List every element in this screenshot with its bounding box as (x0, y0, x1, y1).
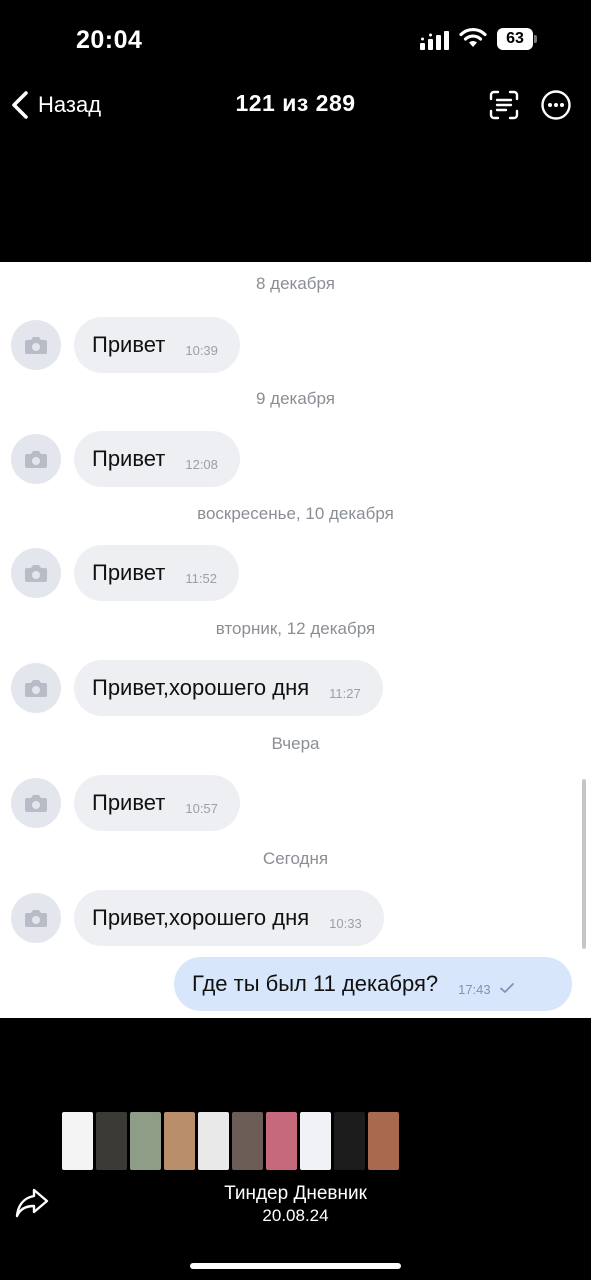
camera-icon (25, 680, 47, 697)
status-time: 20:04 (76, 26, 143, 54)
avatar (11, 320, 61, 370)
message-text: Привет,хорошего дня (92, 905, 310, 930)
message-time: 10:33 (329, 915, 362, 931)
scrollbar[interactable] (582, 779, 586, 949)
message-row: Привет 10:57 (0, 775, 591, 831)
date-separator: Вчера (271, 734, 320, 753)
message-row: Привет,хорошего дня 11:27 (0, 660, 591, 716)
message-time: 12:08 (185, 456, 218, 472)
thumbnail[interactable] (198, 1112, 229, 1170)
camera-icon (25, 565, 47, 582)
thumbnail[interactable] (164, 1112, 195, 1170)
message-text: Привет,хорошего дня (92, 675, 310, 700)
photo-date: 20.08.24 (262, 1206, 329, 1225)
avatar (11, 778, 61, 828)
share-icon[interactable] (14, 1186, 50, 1220)
battery-level: 63 (497, 28, 533, 50)
camera-icon (25, 451, 47, 468)
thumbnail[interactable] (266, 1112, 297, 1170)
date-separator: 9 декабря (255, 389, 336, 408)
incoming-message: Привет 10:39 (74, 317, 240, 373)
thumbnail[interactable] (130, 1112, 161, 1170)
message-row: Привет 11:52 (0, 545, 591, 601)
incoming-message: Привет 11:52 (74, 545, 239, 601)
camera-icon (25, 910, 47, 927)
incoming-message: Привет 12:08 (74, 431, 240, 487)
message-text: Привет (92, 560, 166, 585)
thumbnail[interactable] (300, 1112, 331, 1170)
message-row: Привет 10:39 (0, 317, 591, 373)
message-row: Привет,хорошего дня 10:33 (0, 890, 591, 946)
thumbnail[interactable] (334, 1112, 365, 1170)
status-bar: 20:04 63 (0, 0, 591, 80)
wifi-icon (459, 27, 487, 47)
camera-icon (25, 337, 47, 354)
message-text: Привет (92, 332, 166, 357)
message-time: 11:52 (185, 570, 217, 586)
camera-icon (25, 795, 47, 812)
text-scan-icon[interactable] (488, 89, 520, 121)
ellipsis-circle-icon[interactable] (540, 89, 572, 121)
incoming-message: Привет 10:57 (74, 775, 240, 831)
message-time: 10:39 (185, 342, 218, 358)
message-text: Привет (92, 446, 166, 471)
outgoing-message: Где ты был 11 декабря? 17:43 (174, 957, 572, 1011)
message-row: Привет 12:08 (0, 431, 591, 487)
date-separator: воскресенье, 10 декабря (197, 504, 394, 523)
thumbnail[interactable] (96, 1112, 127, 1170)
message-text: Привет (92, 790, 166, 815)
avatar (11, 663, 61, 713)
message-time: 11:27 (329, 685, 361, 701)
avatar (11, 893, 61, 943)
thumbnail-strip[interactable] (62, 1112, 399, 1170)
home-indicator[interactable] (190, 1263, 401, 1269)
avatar (11, 434, 61, 484)
date-separator: 8 декабря (255, 274, 336, 293)
incoming-message: Привет,хорошего дня 11:27 (74, 660, 383, 716)
nav-bar: Назад 121 из 289 (0, 80, 591, 130)
thumbnail[interactable] (62, 1112, 93, 1170)
thumbnail[interactable] (368, 1112, 399, 1170)
cellular-signal-icon (420, 31, 449, 50)
message-time: 17:43 (458, 981, 491, 997)
battery-tip (534, 35, 537, 43)
avatar (11, 548, 61, 598)
message-time: 10:57 (185, 800, 218, 816)
message-text: Где ты был 11 декабря? (192, 971, 439, 996)
date-separator: Сегодня (262, 849, 329, 868)
battery-indicator: 63 (497, 28, 537, 50)
chat-screenshot[interactable]: 8 декабря Привет 10:39 9 декабря Привет … (0, 262, 591, 1018)
checkmark-icon (499, 983, 514, 993)
incoming-message: Привет,хорошего дня 10:33 (74, 890, 384, 946)
thumbnail[interactable] (232, 1112, 263, 1170)
album-title: Тиндер Дневник (224, 1183, 367, 1204)
date-separator: вторник, 12 декабря (215, 619, 376, 638)
